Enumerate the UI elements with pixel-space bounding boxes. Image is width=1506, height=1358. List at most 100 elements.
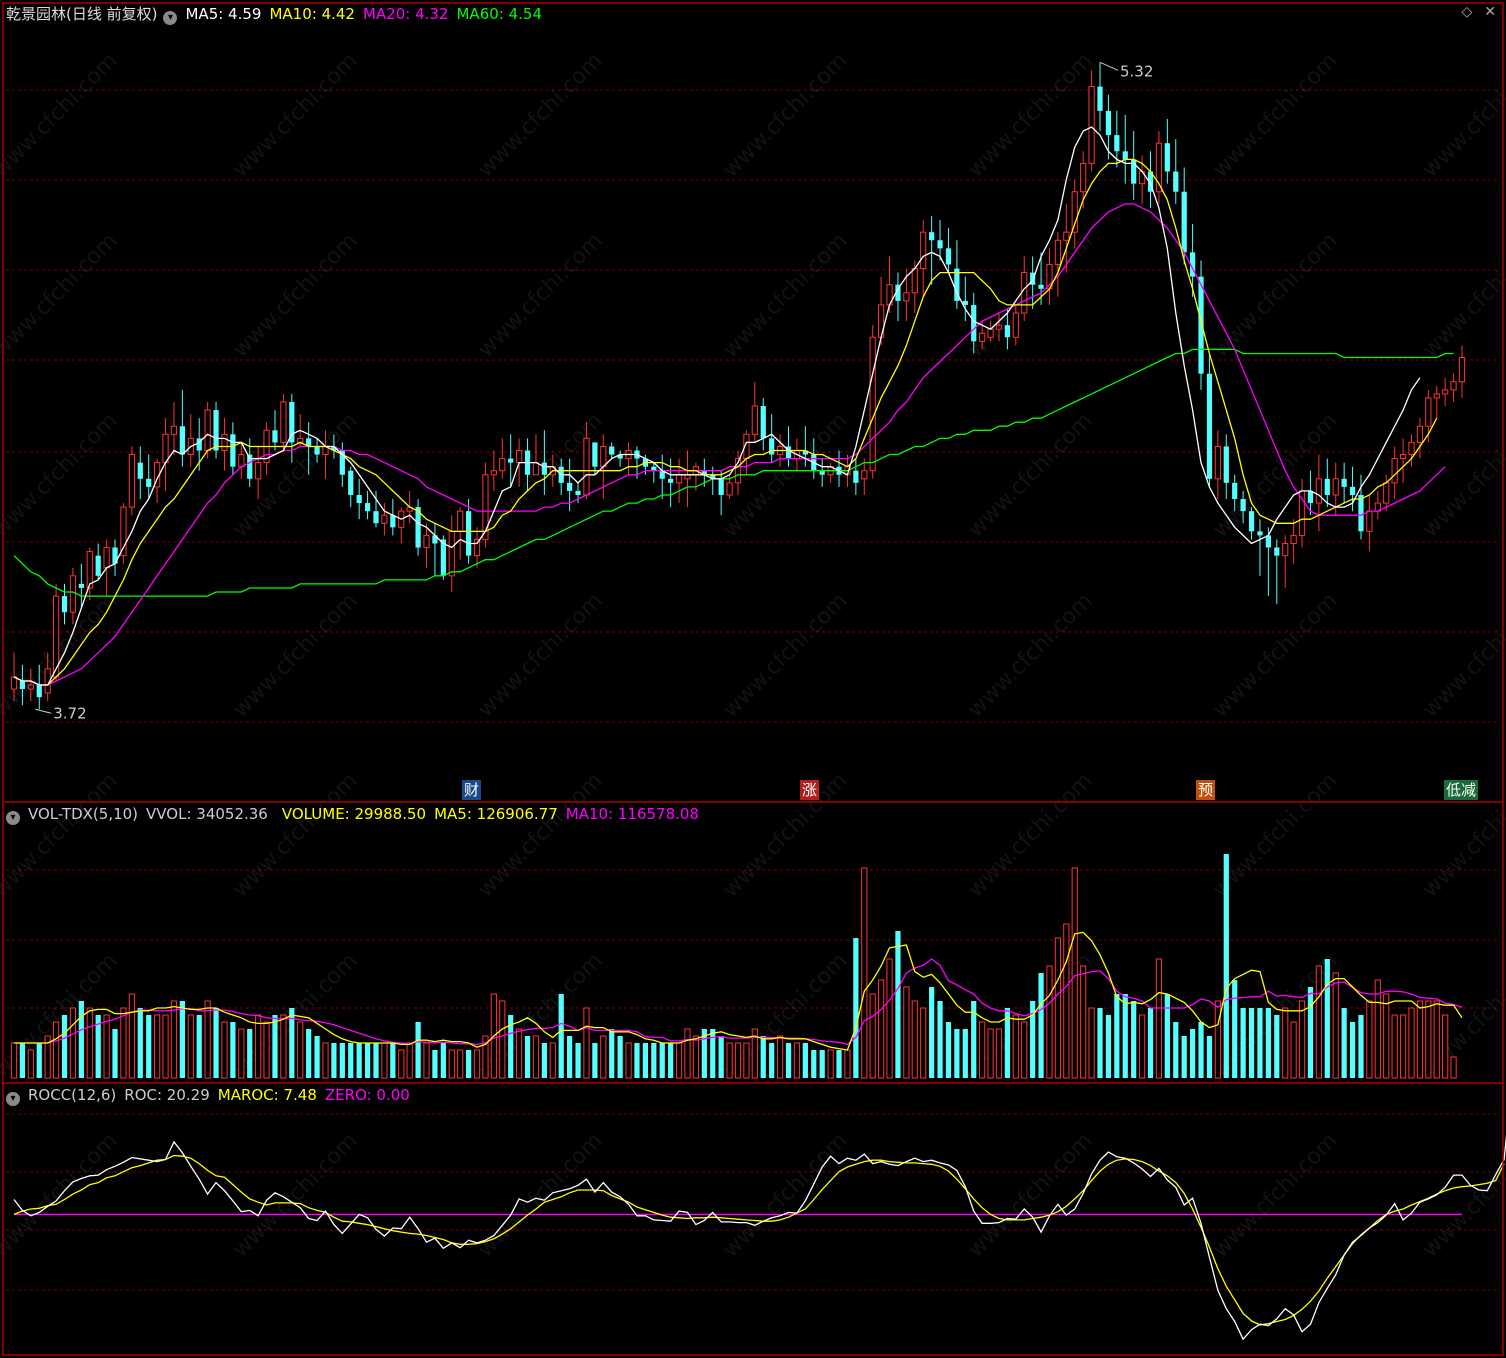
candle-body-up: [10, 676, 18, 690]
vol-ma10-label: MA10: 116578.08: [565, 805, 699, 823]
volume-bar-down: [1038, 973, 1044, 1078]
volume-bar-down: [1206, 1036, 1213, 1078]
volume-bar-down: [1223, 854, 1229, 1078]
candle-body-up: [457, 510, 464, 532]
candle-body-down: [853, 470, 859, 483]
volume-bar-up: [1088, 1007, 1095, 1079]
volume-bar-up: [844, 1049, 851, 1079]
volume-bar-up: [1054, 937, 1062, 1079]
volume-bar-down: [659, 1043, 665, 1078]
candle-body-down: [575, 490, 581, 495]
volume-bar-up: [86, 1007, 93, 1079]
candle-body-up: [675, 474, 683, 484]
candle-body-down: [769, 438, 775, 455]
candle-body-down: [1257, 531, 1263, 536]
volume-bar-up: [1071, 867, 1078, 1079]
low-pointer: [35, 708, 52, 714]
candle-body-down: [1164, 143, 1170, 172]
watermark-text: www.cfchi.com: [963, 408, 1097, 542]
watermark-text: www.cfchi.com: [718, 768, 852, 902]
volume-bar-down: [465, 1050, 472, 1078]
candle-body-up: [1290, 534, 1297, 544]
volume-label: VOLUME: 29988.50: [281, 805, 427, 823]
volume-bar-up: [1063, 923, 1070, 1079]
event-tag-reduce[interactable]: 低减: [1444, 780, 1479, 800]
candle-body-down: [668, 478, 674, 483]
chevron-down-icon[interactable]: ▾: [6, 1092, 20, 1106]
candle-body-down: [230, 434, 236, 467]
volume-bar-down: [524, 1036, 531, 1078]
watermark-text: www.cfchi.com: [228, 768, 362, 902]
candle-body-up: [751, 405, 758, 435]
watermark-layer: www.cfchi.com www.cfchi.com www.cfchi.com w…: [0, 48, 1506, 1262]
candle-body-up: [1450, 381, 1457, 391]
volume-bar-up: [10, 1042, 18, 1079]
volume-bar-down: [1114, 994, 1120, 1078]
watermark-text: www.cfchi.com: [228, 48, 362, 182]
volume-bar-down: [137, 1008, 143, 1078]
volume-bar-up: [1383, 993, 1390, 1079]
candle-body-down: [390, 515, 396, 528]
diamond-icon[interactable]: ◇: [1461, 4, 1472, 20]
volume-bar-up: [516, 1028, 523, 1079]
roc-indicator-name: ROCC(12,6): [28, 1086, 117, 1104]
volume-bar-down: [592, 1043, 598, 1078]
volume-bar-down: [929, 987, 935, 1078]
volume-bar-up: [600, 1035, 607, 1079]
volume-bar-down: [945, 1022, 952, 1078]
chevron-down-icon[interactable]: ▾: [163, 11, 178, 25]
volume-bar-down: [306, 1029, 312, 1078]
volume-bar-up: [1214, 1000, 1221, 1079]
volume-bar-down: [819, 1050, 825, 1078]
volume-bar-down: [19, 1043, 26, 1078]
candle-body-down: [465, 511, 472, 556]
event-tag-rise[interactable]: 涨: [800, 780, 820, 800]
volume-bar-down: [651, 1043, 657, 1078]
volume-bar-down: [617, 1036, 623, 1078]
watermark-text: www.cfchi.com: [1208, 1128, 1342, 1262]
ma10-line: [13, 158, 1438, 686]
candle-body-down: [541, 462, 547, 475]
volume-bar-up: [734, 1042, 742, 1079]
volume-bar-down: [895, 931, 901, 1078]
volume-legend: ▾ VOL-TDX(5,10) VVOL: 34052.36 VOLUME: 2998…: [6, 804, 707, 825]
volume-bar-up: [1442, 1014, 1449, 1079]
watermark-text: www.cfchi.com: [228, 228, 362, 362]
candle-body-down: [356, 494, 362, 504]
candle-body-up: [27, 684, 34, 690]
window-controls: ◇ ✕: [1449, 4, 1496, 20]
close-icon[interactable]: ✕: [1484, 4, 1496, 20]
volume-bar-up: [221, 1021, 228, 1079]
volume-bar-down: [1257, 1008, 1263, 1078]
volume-bar-down: [213, 1008, 219, 1078]
volume-bar-down: [432, 1050, 438, 1078]
candle-body-down: [61, 596, 68, 613]
watermark-text: www.cfchi.com: [228, 588, 362, 722]
stock-chart[interactable]: www.cfchi.com www.cfchi.com www.cfchi.com w…: [0, 0, 1506, 1358]
candle-body-down: [179, 426, 185, 455]
volume-bar-down: [718, 1036, 724, 1078]
volume-bar-down: [1358, 1015, 1364, 1078]
watermark-text: www.cfchi.com: [228, 1128, 362, 1262]
volume-bar-down: [1164, 994, 1170, 1078]
candle-body-down: [1307, 490, 1314, 504]
candle-body-up: [1080, 162, 1087, 193]
volume-bar-up: [1012, 1014, 1019, 1079]
candle-body-down: [760, 406, 766, 439]
volume-bar-up: [1290, 1021, 1297, 1079]
candle-body-up: [1383, 482, 1390, 504]
event-tag-finance[interactable]: 财: [462, 780, 482, 800]
candle-body-up: [170, 425, 178, 435]
stock-title: 乾景园林(日线 前复权): [6, 5, 158, 23]
volume-bar-up: [473, 1049, 481, 1079]
vol-indicator-name: VOL-TDX(5,10): [28, 805, 139, 823]
volume-bar-up: [297, 1021, 304, 1079]
candle-body-down: [314, 446, 320, 455]
volume-bar-down: [1349, 1022, 1356, 1078]
watermark-text: www.cfchi.com: [473, 228, 607, 362]
chevron-down-icon[interactable]: ▾: [6, 811, 20, 825]
volume-bar-down: [710, 1029, 716, 1078]
price-legend: 乾景园林(日线 前复权) ▾ MA5: 4.59 MA10: 4.42 MA20: 4.…: [6, 4, 550, 25]
event-tag-forecast[interactable]: 预: [1196, 780, 1216, 800]
volume-bar-up: [776, 1035, 784, 1079]
